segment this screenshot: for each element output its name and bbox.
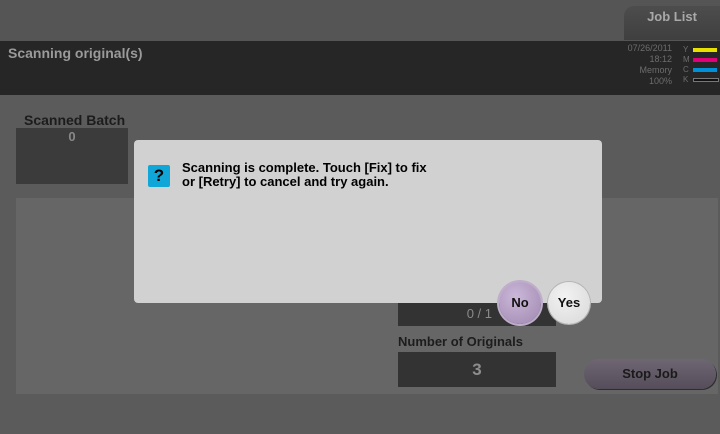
time-text: 18:12	[649, 54, 672, 64]
top-strip	[0, 0, 720, 41]
no-button[interactable]: No	[499, 282, 541, 324]
toner-label: Y	[683, 45, 689, 54]
stop-job-button[interactable]: Stop Job	[584, 359, 716, 389]
status-block: 07/26/2011 18:12 Memory 100%	[612, 43, 672, 87]
yes-button[interactable]: Yes	[548, 282, 590, 324]
toner-bar-m	[693, 58, 717, 62]
scanned-batch-value: 0	[16, 128, 128, 184]
toner-row-c: C	[683, 65, 717, 75]
toner-label: C	[683, 65, 689, 74]
date-text: 07/26/2011	[627, 43, 672, 53]
dialog-message: Scanning is complete. Touch [Fix] to fix…	[182, 160, 427, 189]
toner-bar-c	[693, 68, 717, 72]
question-icon: ?	[148, 165, 170, 187]
toner-row-m: M	[683, 55, 717, 65]
memory-value: 100%	[648, 76, 672, 86]
toner-bar-k	[693, 78, 719, 82]
toner-label: M	[683, 55, 690, 64]
toner-levels: Y M C K	[683, 45, 719, 85]
memory-label: Memory	[639, 65, 672, 75]
header-bar: Scanning original(s) 07/26/2011 18:12 Me…	[0, 41, 720, 95]
originals-label: Number of Originals	[398, 334, 523, 349]
toner-label: K	[683, 75, 689, 84]
scanned-batch-label: Scanned Batch	[24, 112, 126, 128]
originals-value: 3	[398, 352, 556, 387]
toner-row-y: Y	[683, 45, 717, 55]
toner-bar-y	[693, 48, 717, 52]
confirmation-dialog: ? Scanning is complete. Touch [Fix] to f…	[134, 140, 602, 303]
toner-row-k: K	[683, 75, 719, 85]
job-list-button[interactable]: Job List	[624, 6, 720, 40]
page-title: Scanning original(s)	[8, 45, 143, 61]
